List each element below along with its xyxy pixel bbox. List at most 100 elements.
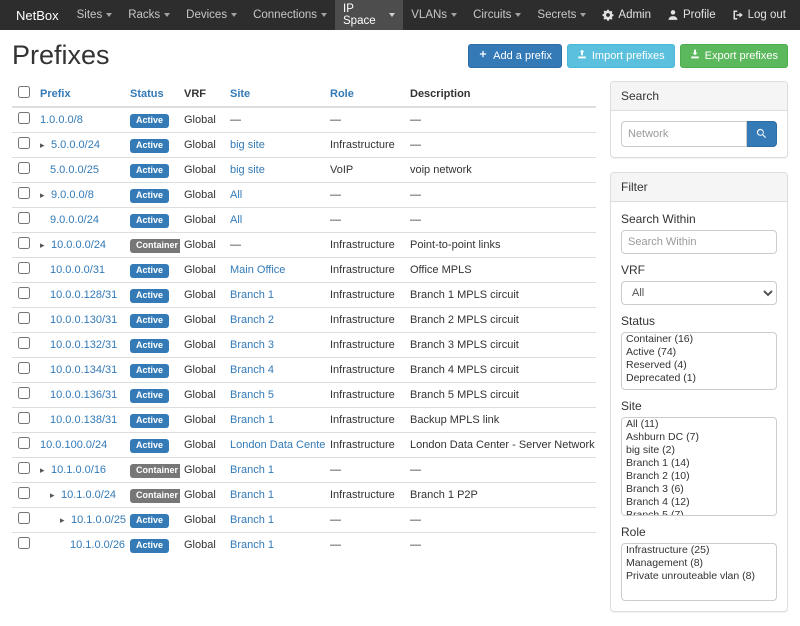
status-option[interactable]: Deprecated (1) (622, 372, 776, 385)
row-checkbox[interactable] (18, 312, 30, 324)
nav-item-devices[interactable]: Devices (178, 0, 245, 30)
row-checkbox[interactable] (18, 162, 30, 174)
site-option[interactable]: Branch 3 (6) (622, 483, 776, 496)
row-checkbox[interactable] (18, 437, 30, 449)
prefix-link[interactable]: 10.0.0.0/31 (50, 264, 105, 276)
prefix-link[interactable]: 5.0.0.0/25 (50, 164, 99, 176)
search-input[interactable] (621, 121, 747, 147)
row-checkbox[interactable] (18, 237, 30, 249)
site-link[interactable]: London Data Center (230, 439, 326, 451)
site-option[interactable]: big site (2) (622, 444, 776, 457)
vrf-select[interactable]: All (621, 281, 777, 305)
row-checkbox[interactable] (18, 487, 30, 499)
site-link[interactable]: big site (230, 139, 265, 151)
expand-arrow-icon[interactable]: ▸ (40, 188, 51, 202)
expand-arrow-icon[interactable]: ▸ (40, 463, 51, 477)
row-checkbox[interactable] (18, 112, 30, 124)
column-header-site[interactable]: Site (226, 81, 326, 107)
profile-link[interactable]: Profile (659, 0, 724, 30)
site-link[interactable]: All (230, 189, 242, 201)
role-listbox[interactable]: Infrastructure (25)Management (8)Private… (621, 543, 777, 601)
row-checkbox[interactable] (18, 537, 30, 549)
search-within-input[interactable] (621, 230, 777, 254)
row-checkbox[interactable] (18, 512, 30, 524)
site-option[interactable]: All (11) (622, 418, 776, 431)
site-link[interactable]: Branch 3 (230, 339, 274, 351)
admin-link[interactable]: Admin (594, 0, 659, 30)
nav-item-racks[interactable]: Racks (120, 0, 178, 30)
prefix-link[interactable]: 1.0.0.0/8 (40, 114, 83, 126)
site-link[interactable]: Branch 1 (230, 414, 274, 426)
row-checkbox[interactable] (18, 212, 30, 224)
column-header-role[interactable]: Role (326, 81, 406, 107)
row-checkbox[interactable] (18, 337, 30, 349)
site-link[interactable]: Branch 1 (230, 464, 274, 476)
prefix-link[interactable]: 10.0.0.0/24 (51, 239, 106, 251)
site-link[interactable]: Main Office (230, 264, 285, 276)
column-header-status[interactable]: Status (126, 81, 180, 107)
role-option[interactable]: Infrastructure (25) (622, 544, 776, 557)
expand-arrow-icon[interactable]: ▸ (50, 488, 61, 502)
site-link[interactable]: Branch 1 (230, 539, 274, 551)
site-link[interactable]: Branch 1 (230, 514, 274, 526)
prefix-link[interactable]: 5.0.0.0/24 (51, 139, 100, 151)
prefix-link[interactable]: 10.1.0.0/25 (71, 514, 126, 526)
row-checkbox[interactable] (18, 387, 30, 399)
role-option[interactable]: Management (8) (622, 557, 776, 570)
row-checkbox[interactable] (18, 412, 30, 424)
log-out-link[interactable]: Log out (724, 0, 794, 30)
role-option[interactable]: Private unrouteable vlan (8) (622, 570, 776, 583)
site-link[interactable]: Branch 1 (230, 289, 274, 301)
search-button[interactable] (747, 121, 777, 147)
row-checkbox[interactable] (18, 187, 30, 199)
prefix-link[interactable]: 10.1.0.0/16 (51, 464, 106, 476)
nav-item-circuits[interactable]: Circuits (465, 0, 529, 30)
prefix-link[interactable]: 10.1.0.0/26 (70, 539, 125, 551)
add-a-prefix-button[interactable]: Add a prefix (468, 44, 562, 68)
site-link[interactable]: Branch 4 (230, 364, 274, 376)
site-link[interactable]: Branch 2 (230, 314, 274, 326)
expand-arrow-icon[interactable]: ▸ (40, 238, 51, 252)
expand-arrow-icon[interactable]: ▸ (40, 138, 51, 152)
site-option[interactable]: Branch 1 (14) (622, 457, 776, 470)
status-option[interactable]: Reserved (4) (622, 359, 776, 372)
export-prefixes-button[interactable]: Export prefixes (680, 44, 788, 68)
site-option[interactable]: Branch 4 (12) (622, 496, 776, 509)
site-link[interactable]: big site (230, 164, 265, 176)
status-option[interactable]: Container (16) (622, 333, 776, 346)
row-checkbox[interactable] (18, 262, 30, 274)
nav-item-vlans[interactable]: VLANs (403, 0, 465, 30)
row-checkbox[interactable] (18, 137, 30, 149)
column-header-prefix[interactable]: Prefix (36, 81, 126, 107)
nav-item-sites[interactable]: Sites (69, 0, 121, 30)
prefix-link[interactable]: 10.0.0.136/31 (50, 389, 117, 401)
site-link[interactable]: All (230, 214, 242, 226)
expand-arrow-icon[interactable]: ▸ (60, 513, 71, 527)
status-listbox[interactable]: Container (16)Active (74)Reserved (4)Dep… (621, 332, 777, 390)
site-link[interactable]: Branch 5 (230, 389, 274, 401)
nav-item-secrets[interactable]: Secrets (529, 0, 594, 30)
prefix-link[interactable]: 10.0.0.128/31 (50, 289, 117, 301)
row-checkbox[interactable] (18, 287, 30, 299)
prefix-link[interactable]: 10.0.0.130/31 (50, 314, 117, 326)
select-all-checkbox[interactable] (18, 86, 30, 98)
import-prefixes-button[interactable]: Import prefixes (567, 44, 675, 68)
nav-item-ip-space[interactable]: IP Space (335, 0, 403, 30)
prefix-link[interactable]: 10.0.0.134/31 (50, 364, 117, 376)
prefix-link[interactable]: 10.1.0.0/24 (61, 489, 116, 501)
row-checkbox[interactable] (18, 462, 30, 474)
prefix-link[interactable]: 10.0.0.132/31 (50, 339, 117, 351)
nav-item-connections[interactable]: Connections (245, 0, 335, 30)
prefix-link[interactable]: 10.0.100.0/24 (40, 439, 107, 451)
site-listbox[interactable]: All (11)Ashburn DC (7)big site (2)Branch… (621, 417, 777, 516)
site-option[interactable]: Branch 5 (7) (622, 509, 776, 516)
row-checkbox[interactable] (18, 362, 30, 374)
site-link[interactable]: Branch 1 (230, 489, 274, 501)
status-option[interactable]: Active (74) (622, 346, 776, 359)
site-option[interactable]: Branch 2 (10) (622, 470, 776, 483)
site-option[interactable]: Ashburn DC (7) (622, 431, 776, 444)
prefix-link[interactable]: 9.0.0.0/24 (50, 214, 99, 226)
prefix-link[interactable]: 10.0.0.138/31 (50, 414, 117, 426)
prefix-link[interactable]: 9.0.0.0/8 (51, 189, 94, 201)
brand-link[interactable]: NetBox (6, 0, 69, 30)
